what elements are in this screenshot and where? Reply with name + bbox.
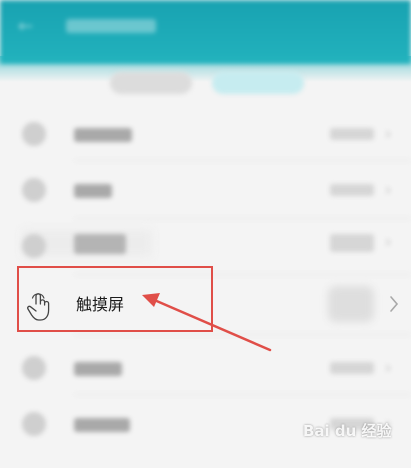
- row-6-label: [74, 418, 130, 432]
- settings-row-3[interactable]: ›: [0, 220, 411, 270]
- settings-row-5[interactable]: ›: [0, 340, 411, 396]
- back-arrow-icon[interactable]: ←: [18, 18, 36, 36]
- page-title: [66, 19, 156, 33]
- chevron-right-icon: ›: [385, 232, 392, 251]
- touchscreen-value: [328, 286, 374, 322]
- divider: [74, 394, 411, 395]
- row-1-label: [74, 128, 132, 142]
- row-5-icon: [22, 356, 46, 380]
- row-2-value: [330, 184, 374, 196]
- row-5-value: [330, 362, 374, 374]
- divider: [74, 160, 411, 161]
- row-3-value: [330, 234, 374, 252]
- row-1-value: [330, 128, 374, 140]
- highlight-box: [17, 266, 213, 332]
- settings-row-2[interactable]: ›: [0, 162, 411, 218]
- chevron-right-icon: ›: [385, 358, 392, 377]
- row-6-icon: [22, 412, 46, 436]
- header-shadow: [0, 56, 411, 82]
- tab-right[interactable]: [212, 72, 304, 94]
- divider: [74, 218, 411, 219]
- row-3-icon: [22, 234, 46, 258]
- chevron-right-icon: ›: [385, 180, 392, 199]
- watermark: Bai du 经验: [303, 422, 392, 440]
- row-5-label: [74, 362, 122, 376]
- chevron-right-icon[interactable]: [388, 294, 400, 314]
- tab-left[interactable]: [110, 72, 192, 94]
- row-3-label: [74, 234, 126, 254]
- header-bar: ←: [0, 0, 411, 64]
- settings-row-1[interactable]: ›: [0, 106, 411, 162]
- chevron-right-icon: ›: [385, 124, 392, 143]
- row-2-label: [74, 184, 112, 198]
- row-2-icon: [22, 178, 46, 202]
- row-1-icon: [22, 122, 46, 146]
- divider: [74, 334, 411, 335]
